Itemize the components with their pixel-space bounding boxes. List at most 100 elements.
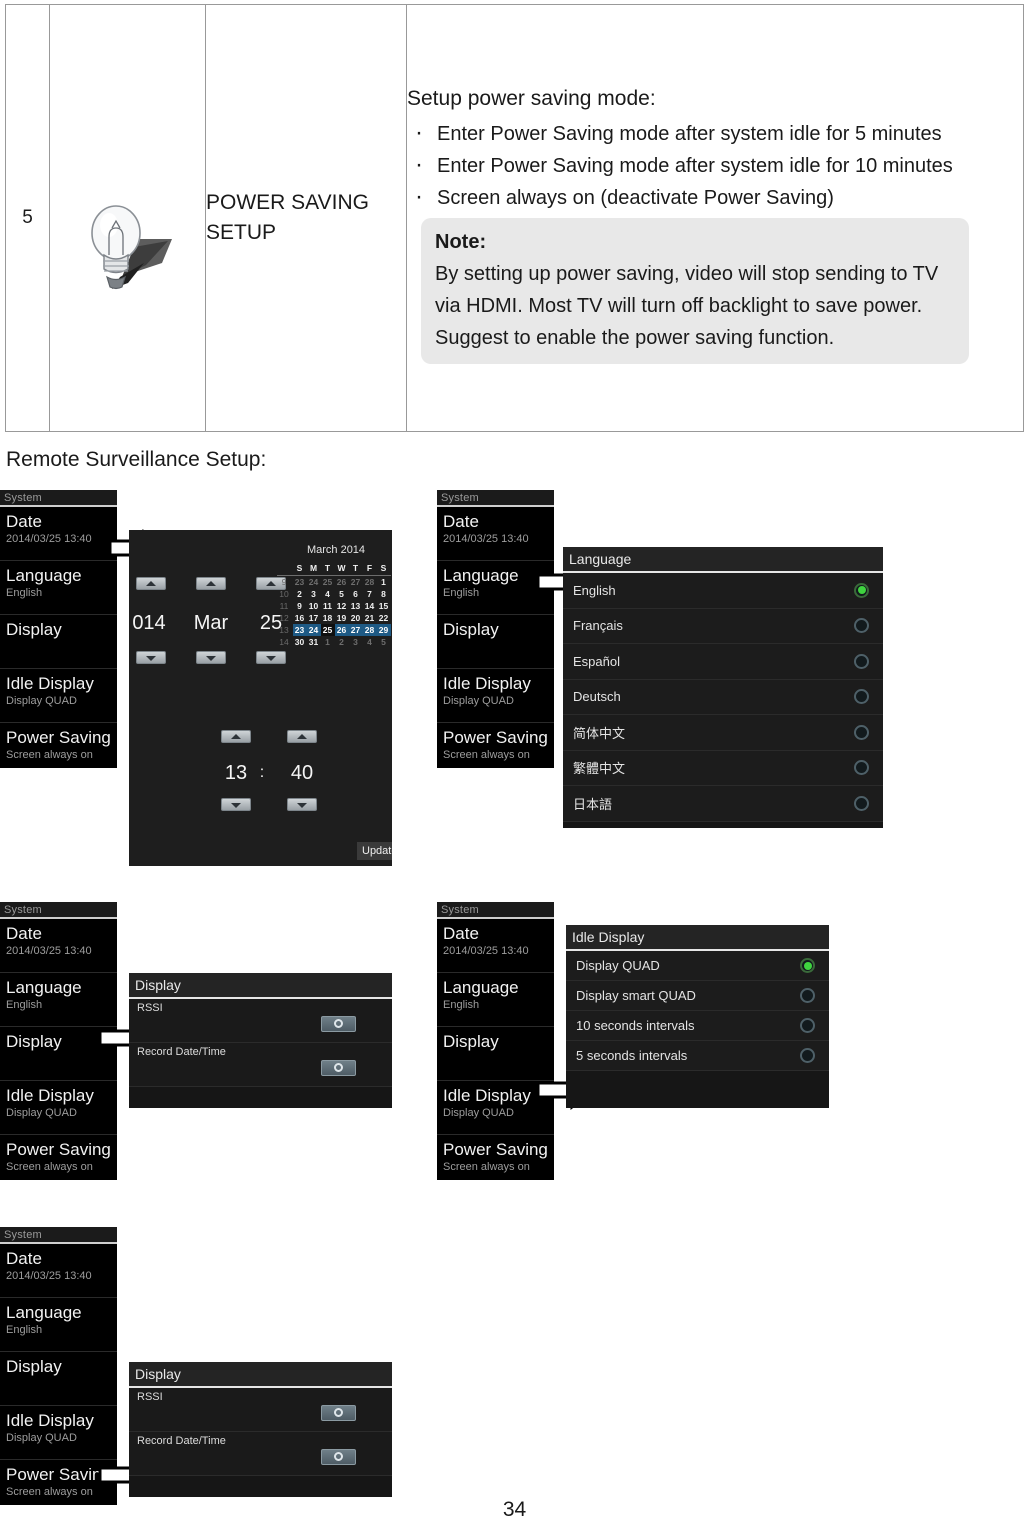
option-row[interactable]: 5 seconds intervals [566,1041,829,1071]
option-row[interactable]: Deutsch [563,679,883,715]
calendar-day[interactable]: 27 [349,576,363,589]
calendar-day[interactable]: 9 [293,600,307,612]
system-menu-language[interactable]: System Date 2014/03/25 13:40 Language En… [437,490,554,768]
calendar-day[interactable]: 1 [377,576,391,589]
calendar-day[interactable]: 28 [362,624,377,636]
calendar-day[interactable]: 15 [377,600,391,612]
calendar-day[interactable]: 23 [293,576,307,589]
option-row[interactable]: 繁體中文 [563,750,883,786]
rssi-toggle[interactable] [321,1016,356,1032]
minute-increment-button[interactable] [287,730,317,743]
calendar-day[interactable]: 17 [307,612,321,624]
option-row[interactable]: Display smart QUAD [566,981,829,1011]
calendar-day[interactable]: 29 [376,624,391,636]
calendar-day[interactable]: 10 [307,600,321,612]
record-date-time-toggle[interactable] [321,1449,356,1465]
calendar-day[interactable]: 5 [335,588,349,600]
calendar-day[interactable]: 4 [363,636,377,648]
display-panel-bottom[interactable]: Display RSSI Record Date/Time [129,1362,392,1497]
radio-selected-icon[interactable] [800,958,815,973]
calendar-day[interactable]: 7 [363,588,377,600]
sidebar-item-display[interactable]: Display [0,615,117,669]
calendar-day[interactable]: 25 [321,576,335,589]
date-time-picker-panel[interactable]: 014 Mar 25 March 2014 S M T W T F S 9 23 24 25 26 27… [129,530,392,866]
sidebar-item-language[interactable]: Language English [0,561,117,615]
calendar-day[interactable]: 3 [349,636,363,648]
sidebar-item-display[interactable]: Display [0,1352,117,1406]
sidebar-item-date[interactable]: Date 2014/03/25 13:40 [0,1244,117,1298]
sidebar-item-language[interactable]: Language English [0,1298,117,1352]
calendar-day[interactable]: 27 [348,624,363,636]
display-panel-top[interactable]: Display RSSI Record Date/Time [129,973,392,1108]
calendar-day[interactable]: 22 [377,612,391,624]
setting-row-record-date-time[interactable]: Record Date/Time [129,1432,392,1476]
calendar-day[interactable]: 19 [335,612,349,624]
calendar-day[interactable]: 3 [307,588,321,600]
calendar-day[interactable]: 6 [349,588,363,600]
option-row[interactable]: English [563,573,883,609]
sidebar-item-date[interactable]: Date 2014/03/25 13:40 [0,507,117,561]
radio-unselected-icon[interactable] [854,795,869,811]
minute-decrement-button[interactable] [287,798,317,811]
calendar-day[interactable]: 1 [321,636,335,648]
sidebar-item-idle-display[interactable]: Idle Display Display QUAD [0,669,117,723]
calendar-selected-day[interactable]: 25 [320,624,335,636]
calendar-day[interactable]: 26 [334,624,349,636]
sidebar-item-language[interactable]: Language English [437,973,554,1027]
calendar-day[interactable]: 14 [363,600,377,612]
radio-unselected-icon[interactable] [800,1018,815,1033]
calendar-grid[interactable]: S M T W T F S 9 23 24 25 26 27 28 1 10 2 3 4 5 6 7 8 11 9 10 11 12 1… [277,562,391,648]
sidebar-item-idle-display[interactable]: Idle Display Display QUAD [0,1406,117,1460]
sidebar-item-idle-display[interactable]: Idle Display Display QUAD [437,669,554,723]
calendar-day[interactable]: 16 [293,612,307,624]
option-row[interactable]: Español [563,644,883,680]
year-increment-button[interactable] [136,577,166,590]
sidebar-item-date[interactable]: Date 2014/03/25 13:40 [0,919,117,973]
option-row[interactable]: 日本語 [563,786,883,822]
radio-unselected-icon[interactable] [800,988,815,1003]
system-menu-idle-display[interactable]: System Date 2014/03/25 13:40 Language En… [437,902,554,1180]
setting-row-record-date-time[interactable]: Record Date/Time [129,1043,392,1087]
calendar-day[interactable]: 21 [363,612,377,624]
option-row[interactable]: Français [563,608,883,644]
radio-unselected-icon[interactable] [854,653,869,669]
year-decrement-button[interactable] [136,651,166,664]
option-row[interactable]: 10 seconds intervals [566,1011,829,1041]
sidebar-item-power-saving[interactable]: Power Saving Screen always on [437,1135,554,1180]
calendar-day[interactable]: 31 [307,636,321,648]
option-row[interactable]: 简体中文 [563,715,883,751]
sidebar-item-power-saving[interactable]: Power Saving Screen always on [0,1135,117,1180]
month-decrement-button[interactable] [196,651,226,664]
update-button[interactable]: Update [357,842,392,860]
calendar-day[interactable]: 4 [321,588,335,600]
sidebar-item-power-saving[interactable]: Power Saving Screen always on [0,723,117,768]
day-decrement-button[interactable] [256,651,286,664]
radio-selected-icon[interactable] [854,582,869,598]
calendar-day[interactable]: 18 [321,612,335,624]
calendar-day[interactable]: 23 [292,624,307,636]
sidebar-item-power-saving[interactable]: Power Saving Screen always on [437,723,554,768]
calendar-day[interactable]: 20 [349,612,363,624]
radio-unselected-icon[interactable] [854,618,869,634]
language-panel[interactable]: Language English Français Español Deutsch 简体… [563,547,883,828]
record-date-time-toggle[interactable] [321,1060,356,1076]
calendar-day[interactable]: 2 [293,588,307,600]
rssi-toggle[interactable] [321,1405,356,1421]
calendar-day[interactable]: 5 [377,636,391,648]
month-increment-button[interactable] [196,577,226,590]
calendar-day[interactable]: 24 [306,624,321,636]
radio-unselected-icon[interactable] [854,689,869,705]
sidebar-item-date[interactable]: Date 2014/03/25 13:40 [437,507,554,561]
calendar-day[interactable]: 13 [349,600,363,612]
calendar-day[interactable]: 12 [335,600,349,612]
setting-row-rssi[interactable]: RSSI [129,999,392,1043]
radio-unselected-icon[interactable] [854,724,869,740]
hour-decrement-button[interactable] [221,798,251,811]
calendar-day[interactable]: 26 [335,576,349,589]
option-row[interactable]: Display QUAD [566,951,829,981]
sidebar-item-display[interactable]: Display [437,615,554,669]
hour-increment-button[interactable] [221,730,251,743]
setting-row-rssi[interactable]: RSSI [129,1388,392,1432]
calendar-day[interactable]: 28 [363,576,377,589]
sidebar-item-date[interactable]: Date 2014/03/25 13:40 [437,919,554,973]
